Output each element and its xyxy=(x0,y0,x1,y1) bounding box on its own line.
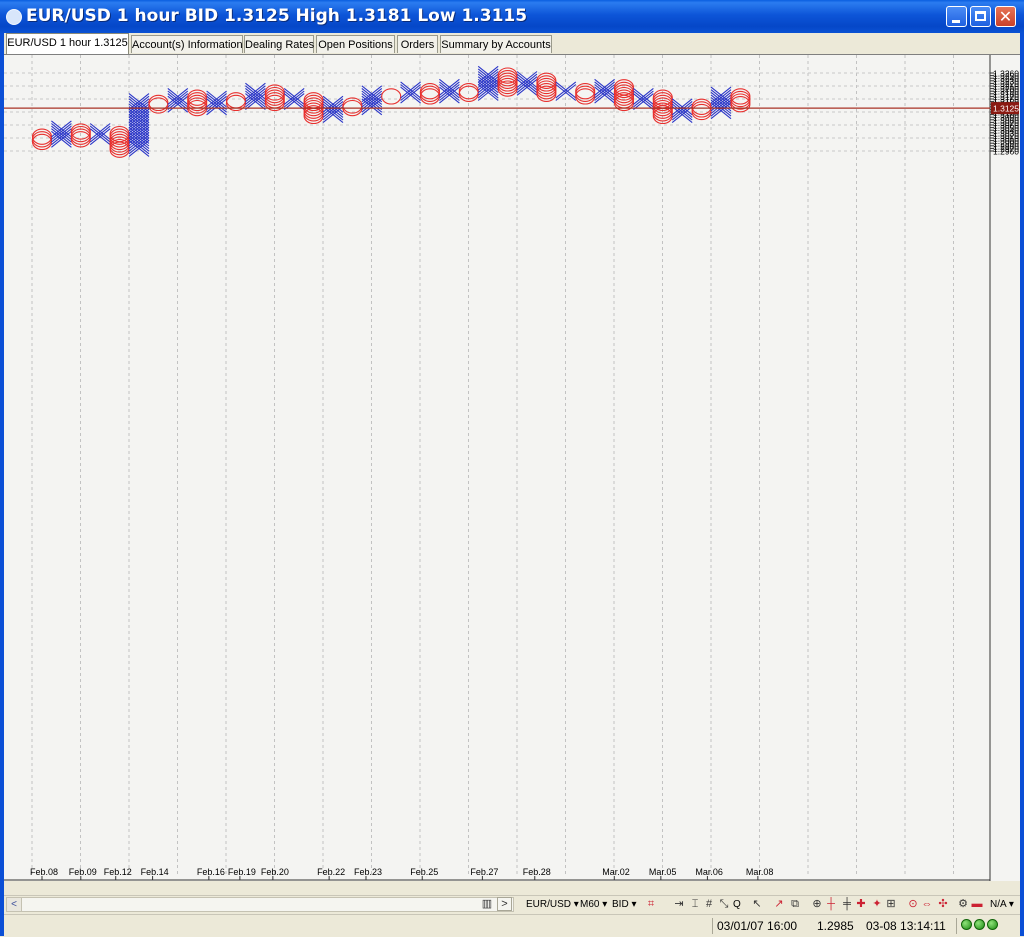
chart-type-icon[interactable]: ⌗ xyxy=(644,897,658,911)
cursor-icon[interactable]: ⌶ xyxy=(688,897,702,911)
cross-icon[interactable]: ✚ xyxy=(854,897,868,911)
grid-icon[interactable]: # xyxy=(702,897,716,911)
tab-dealing-rates[interactable]: Dealing Rates xyxy=(244,35,314,53)
scroll-end-icon[interactable]: ▥ xyxy=(480,897,494,911)
minimize-icon xyxy=(952,20,960,23)
status-datetime: 03/01/07 16:00 xyxy=(717,919,798,933)
horizontal-scrollbar[interactable]: < xyxy=(6,897,514,912)
window-title: EUR/USD 1 hour BID 1.3125 High 1.3181 Lo… xyxy=(26,6,528,26)
x-mark xyxy=(89,125,111,143)
app-logo-icon xyxy=(6,9,22,25)
fit-icon[interactable]: ⤡ xyxy=(717,897,731,911)
shapes-icon[interactable]: ⧉ xyxy=(788,897,802,911)
time-tick-label: Mar.05 xyxy=(649,867,677,877)
time-tick-label: Feb.25 xyxy=(410,867,438,877)
chart-toolbar: < ▥ > EUR/USD ▾ M60 ▾ BID ▾ ⌗ ⇥ ⌶ # ⤡ Q … xyxy=(4,895,1020,914)
tab-chart[interactable]: EUR/USD 1 hour 1.3125 xyxy=(6,33,129,54)
time-tick-label: Feb.09 xyxy=(69,867,97,877)
tab-account-information[interactable]: Account(s) Information xyxy=(131,35,243,53)
vline-icon[interactable]: ┼ xyxy=(824,897,838,911)
price-tick-label: 1.3260 xyxy=(993,69,1019,79)
color-icon[interactable]: ▬ xyxy=(970,897,984,911)
crosshair-icon[interactable]: ⇥ xyxy=(672,897,686,911)
target-icon[interactable]: ✣ xyxy=(936,897,950,911)
settings-icon[interactable]: ⚙ xyxy=(956,897,970,911)
maximize-button[interactable] xyxy=(970,6,991,27)
maximize-icon xyxy=(975,11,986,21)
time-tick-label: Mar.08 xyxy=(746,867,774,877)
draw-line-icon[interactable]: ↗ xyxy=(772,897,786,911)
time-tick-label: Feb.16 xyxy=(197,867,225,877)
status-separator xyxy=(712,918,713,934)
status-value: 1.2985 xyxy=(817,919,854,933)
status-separator xyxy=(956,918,957,934)
hline-icon[interactable]: ╪ xyxy=(840,897,854,911)
price-side-select[interactable]: BID ▾ xyxy=(612,897,636,912)
marker-icon[interactable]: ✦ xyxy=(870,897,884,911)
tab-summary-by-accounts[interactable]: Summary by Accounts xyxy=(440,35,552,53)
status-bar: 03/01/07 16:00 1.2985 03-08 13:14:11 xyxy=(4,914,1020,937)
time-tick-label: Feb.28 xyxy=(523,867,551,877)
zoom-mode-value: N/A xyxy=(990,899,1007,910)
close-icon: ✕ xyxy=(998,7,1013,26)
title-bar: EUR/USD 1 hour BID 1.3125 High 1.3181 Lo… xyxy=(0,0,1024,34)
time-tick-label: Feb.08 xyxy=(30,867,58,877)
connection-status-icon xyxy=(974,919,985,930)
o-mark xyxy=(381,88,402,105)
current-price-label: 1.3125 xyxy=(993,104,1019,114)
tab-open-positions[interactable]: Open Positions xyxy=(316,35,395,53)
link-icon[interactable]: ⇔ xyxy=(920,897,934,911)
close-button[interactable]: ✕ xyxy=(995,6,1016,27)
period-value: M60 xyxy=(580,899,600,910)
period-select[interactable]: M60 ▾ xyxy=(580,897,607,912)
time-tick-label: Feb.20 xyxy=(261,867,289,877)
zoom-label[interactable]: Q xyxy=(733,897,741,912)
time-tick-label: Feb.27 xyxy=(470,867,498,877)
price-side-value: BID xyxy=(612,899,629,910)
instrument-select[interactable]: EUR/USD ▾ xyxy=(526,897,579,912)
tab-orders[interactable]: Orders xyxy=(397,35,438,53)
time-tick-label: Feb.19 xyxy=(228,867,256,877)
connection-status-icon xyxy=(987,919,998,930)
minimize-button[interactable] xyxy=(946,6,967,27)
zoom-in-icon[interactable]: ⊕ xyxy=(810,897,824,911)
tab-bar: EUR/USD 1 hour 1.3125 Account(s) Informa… xyxy=(4,33,1020,54)
connection-status-icon xyxy=(961,919,972,930)
x-mark xyxy=(400,84,421,101)
scroll-right-arrow-icon[interactable]: > xyxy=(497,897,512,911)
pointer-icon[interactable]: ↖ xyxy=(750,897,764,911)
point-figure-chart[interactable]: 1.29601.29701.29801.29901.30001.30101.30… xyxy=(4,55,1020,881)
time-tick-label: Feb.12 xyxy=(104,867,132,877)
scroll-left-arrow-icon[interactable]: < xyxy=(7,898,22,911)
instrument-value: EUR/USD xyxy=(526,899,572,910)
zoom-mode-select[interactable]: N/A ▾ xyxy=(990,897,1014,912)
window-frame-right xyxy=(1020,33,1024,936)
status-clock: 03-08 13:14:11 xyxy=(866,919,946,933)
time-tick-label: Feb.23 xyxy=(354,867,382,877)
time-tick-label: Feb.22 xyxy=(317,867,345,877)
time-tick-label: Mar.02 xyxy=(602,867,630,877)
time-tick-label: Mar.06 xyxy=(695,867,723,877)
time-tick-label: Feb.14 xyxy=(141,867,169,877)
chart-area[interactable]: 1.2960 1.2970 1.2980 1.2990 1.3000 1.3010 1.30… xyxy=(4,54,1020,881)
zoom-rect-icon[interactable]: ⊞ xyxy=(884,897,898,911)
x-mark xyxy=(555,81,577,99)
lock-icon[interactable]: ⊙ xyxy=(906,897,920,911)
